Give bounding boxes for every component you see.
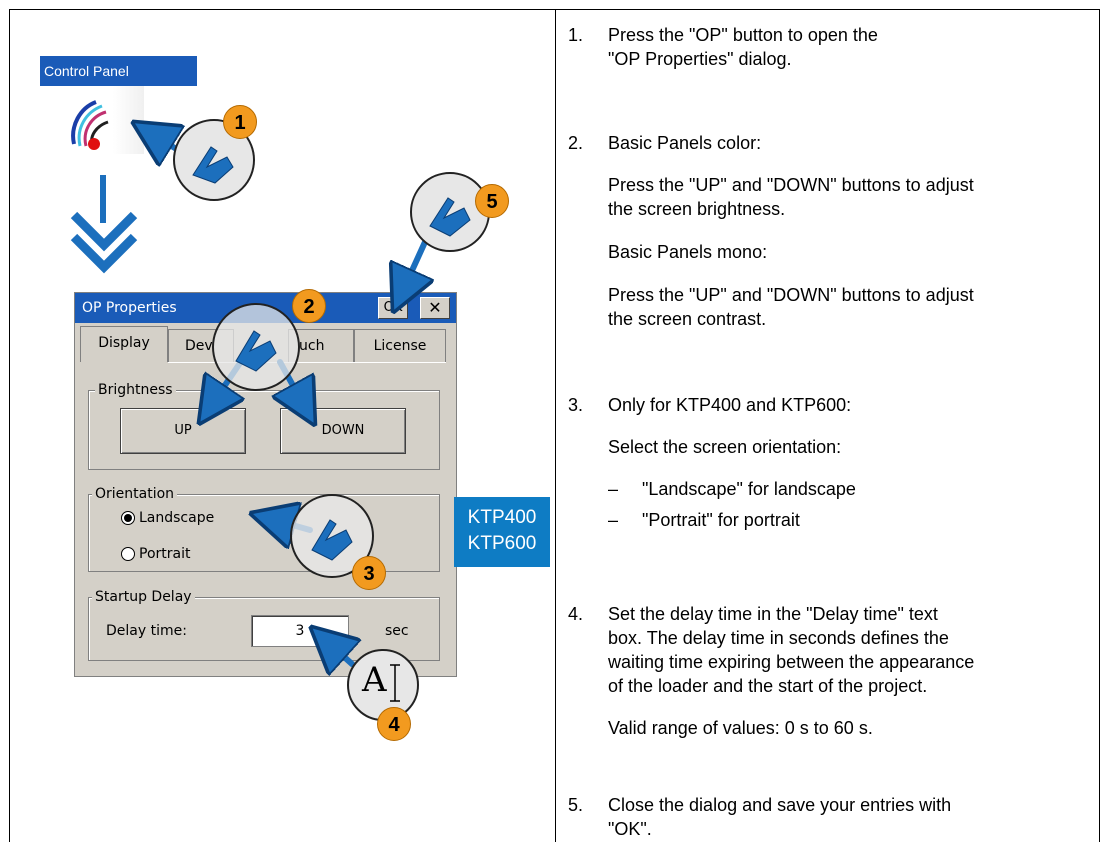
text-cursor-letter: A — [362, 660, 387, 700]
bullet-portrait: "Portrait" for portrait — [642, 510, 800, 530]
bullet-dash-2: – — [608, 510, 619, 530]
step-1-line-1: Press the "OP" button to open the — [608, 25, 878, 45]
callout-arrows — [0, 0, 556, 842]
step-3-instruction: Select the screen orientation: — [608, 437, 842, 457]
step-2-mono-line-1: Press the "UP" and "DOWN" buttons to adj… — [608, 285, 974, 305]
step-4-line-2: box. The delay time in seconds defines t… — [608, 628, 949, 648]
step-4-line-1: Set the delay time in the "Delay time" t… — [608, 604, 938, 624]
step-2-number: 2. — [568, 133, 584, 153]
step-2-title: Basic Panels color: — [608, 133, 762, 153]
step-1-line-2: "OP Properties" dialog. — [608, 49, 792, 69]
step-3-title: Only for KTP400 and KTP600: — [608, 395, 852, 415]
step-badge-5: 5 — [475, 184, 509, 218]
step-badge-3: 3 — [352, 556, 386, 590]
hand-callout-2 — [210, 301, 302, 393]
step-5-line-2: "OK". — [608, 819, 652, 839]
step-2-color-line-2: the screen brightness. — [608, 199, 786, 219]
text-cursor-icon — [390, 664, 400, 702]
step-4-range: Valid range of values: 0 s to 60 s. — [608, 718, 873, 738]
step-2-color-line-1: Press the "UP" and "DOWN" buttons to adj… — [608, 175, 974, 195]
bullet-landscape: "Landscape" for landscape — [642, 479, 856, 499]
step-4-number: 4. — [568, 604, 584, 624]
step-3-number: 3. — [568, 395, 584, 415]
step-5-line-1: Close the dialog and save your entries w… — [608, 795, 952, 815]
step-2-mono-line-2: the screen contrast. — [608, 309, 767, 329]
model-ktp400: KTP400 — [467, 507, 537, 528]
step-badge-4: 4 — [377, 707, 411, 741]
step-4-line-4: of the loader and the start of the proje… — [608, 676, 928, 696]
model-box: KTP400 KTP600 — [454, 497, 550, 567]
step-2-mono-title: Basic Panels mono: — [608, 242, 768, 262]
step-4-line-3: waiting time expiring between the appear… — [608, 652, 975, 672]
step-badge-1: 1 — [223, 105, 257, 139]
bullet-dash-1: – — [608, 479, 619, 499]
model-ktp600: KTP600 — [467, 533, 537, 554]
step-5-number: 5. — [568, 795, 584, 815]
step-badge-2: 2 — [292, 289, 326, 323]
step-1-number: 1. — [568, 25, 584, 45]
